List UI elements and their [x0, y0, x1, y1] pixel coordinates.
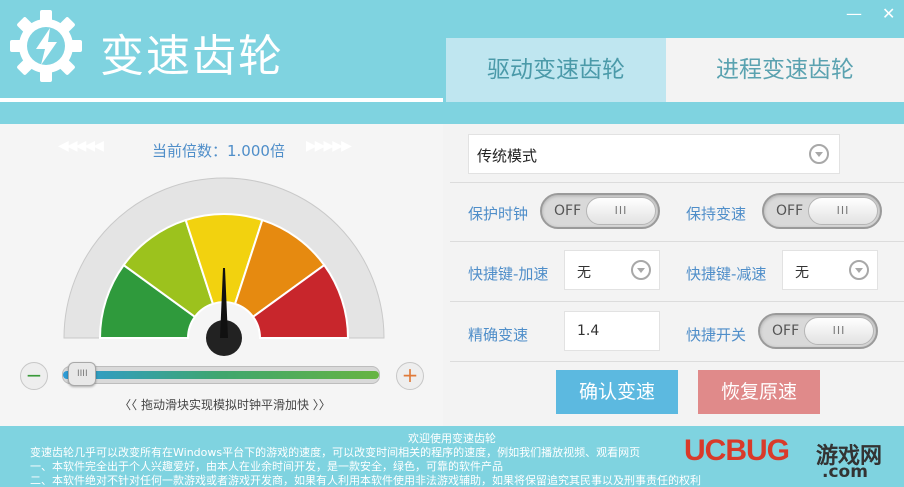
app-title: 变速齿轮 — [100, 31, 284, 82]
hotkey-down-label: 快捷键-减速 — [686, 265, 767, 283]
watermark-brand: UCBUG — [684, 434, 790, 467]
title-underline — [0, 98, 443, 102]
speed-slider-handle[interactable]: IIII — [68, 362, 97, 386]
keep-speed-toggle[interactable]: OFF III — [762, 193, 882, 229]
increase-arrows[interactable]: ▶▶▶▶▶ — [306, 138, 352, 154]
mode-select[interactable]: 传统模式 — [468, 134, 840, 174]
toggle-off-text: OFF — [554, 203, 582, 219]
hotkey-up-label: 快捷键-加速 — [468, 265, 549, 283]
chevron-down-icon — [809, 144, 829, 164]
toggle-knob: III — [586, 197, 656, 225]
speed-slider-track[interactable] — [62, 366, 380, 384]
row-divider — [450, 241, 904, 242]
toggle-knob: III — [808, 197, 878, 225]
row-divider — [450, 301, 904, 302]
tab-process-speed-gear[interactable]: 进程变速齿轮 — [666, 38, 904, 102]
chevron-down-icon — [631, 260, 651, 280]
row-divider — [450, 182, 904, 183]
hotkey-up-select[interactable]: 无 — [564, 250, 660, 290]
toggle-knob: III — [804, 317, 874, 345]
gear-lightning-logo-icon — [10, 10, 82, 82]
mode-value: 传统模式 — [477, 147, 538, 165]
protect-clock-toggle[interactable]: OFF III — [540, 193, 660, 229]
precise-speed-value: 1.4 — [577, 323, 600, 339]
toggle-off-text: OFF — [772, 323, 800, 339]
minus-button[interactable]: − — [20, 362, 48, 390]
row-divider — [450, 361, 904, 362]
ucbug-watermark: UCBUG 游戏网 .com — [684, 432, 890, 484]
minimize-button[interactable]: — — [846, 4, 862, 23]
plus-button[interactable]: + — [396, 362, 424, 390]
protect-clock-label: 保护时钟 — [468, 205, 529, 223]
speed-slider-fill — [63, 371, 379, 379]
precise-speed-label: 精确变速 — [468, 326, 529, 344]
chevron-down-icon — [849, 260, 869, 280]
toggle-off-text: OFF — [776, 203, 804, 219]
precise-speed-input[interactable]: 1.4 — [564, 311, 660, 351]
close-button[interactable]: ✕ — [882, 4, 895, 23]
slider-hint: 〈〈 拖动滑块实现模拟时钟平滑加快 〉〉 — [119, 398, 331, 412]
speed-gauge — [63, 177, 385, 356]
notice-line: 二、本软件绝对不针对任何一款游戏或者游戏开发商，如果有人利用本软件使用非法游戏辅… — [30, 474, 701, 487]
watermark-domain: .com — [822, 462, 868, 482]
hotkey-switch-toggle[interactable]: OFF III — [758, 313, 878, 349]
decrease-arrows[interactable]: ◀◀◀◀◀ — [58, 138, 104, 154]
hotkey-up-value: 无 — [577, 265, 591, 281]
hotkey-switch-label: 快捷开关 — [686, 326, 747, 344]
keep-speed-label: 保持变速 — [686, 205, 747, 223]
confirm-speed-button[interactable]: 确认变速 — [556, 370, 678, 414]
restore-speed-button[interactable]: 恢复原速 — [698, 370, 820, 414]
current-multiplier: 当前倍数：1.000倍 — [152, 142, 285, 160]
hotkey-down-value: 无 — [795, 265, 809, 281]
tab-driver-speed-gear[interactable]: 驱动变速齿轮 — [446, 38, 666, 102]
hotkey-down-select[interactable]: 无 — [782, 250, 878, 290]
